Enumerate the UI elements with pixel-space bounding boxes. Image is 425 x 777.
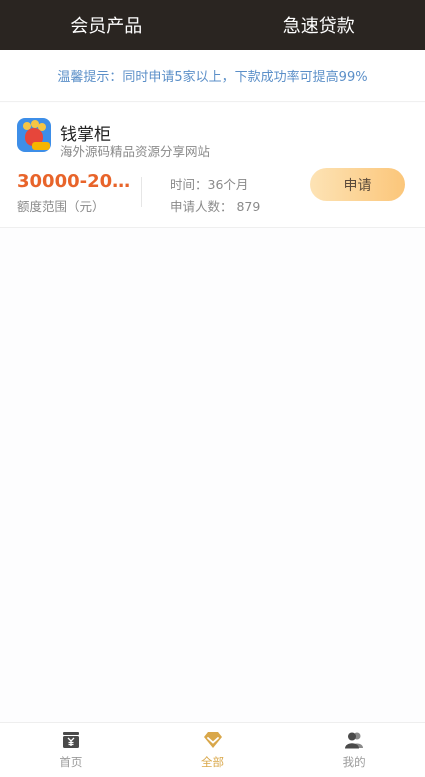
- notice-text: 温馨提示：同时申请5家以上，下款成功率可提高99%: [57, 70, 368, 85]
- divider: [141, 177, 142, 207]
- diamond-icon: [202, 730, 224, 750]
- product-logo: [17, 118, 51, 152]
- loan-amount-range: 30000-2000...: [17, 171, 139, 192]
- nav-all-label: 全部: [201, 755, 224, 769]
- amount-range-label: 额度范围（元）: [17, 199, 105, 214]
- bottom-nav: 首页 全部 我的: [0, 722, 425, 777]
- product-description: 海外源码精品资源分享网站: [60, 144, 211, 159]
- user-icon: [343, 730, 365, 750]
- nav-mine-label: 我的: [342, 755, 366, 769]
- tab-quick-loan[interactable]: 急速贷款: [213, 0, 425, 50]
- notice-banner: 温馨提示：同时申请5家以上，下款成功率可提高99%: [0, 50, 425, 102]
- product-card[interactable]: 钱掌柜 海外源码精品资源分享网站 30000-2000... 额度范围（元） 时…: [0, 103, 425, 228]
- nav-mine[interactable]: 我的: [283, 723, 425, 777]
- apply-button[interactable]: 申请: [310, 168, 405, 201]
- nav-home-label: 首页: [59, 755, 83, 769]
- home-icon: [61, 730, 81, 750]
- loan-term: 时间：36个月: [170, 177, 249, 192]
- nav-all[interactable]: 全部: [142, 723, 284, 777]
- nav-home[interactable]: 首页: [0, 723, 142, 777]
- top-tab-bar: 会员产品 急速贷款: [0, 0, 425, 50]
- tab-member-products[interactable]: 会员产品: [0, 0, 213, 50]
- applicant-count: 申请人数： 879: [170, 199, 261, 214]
